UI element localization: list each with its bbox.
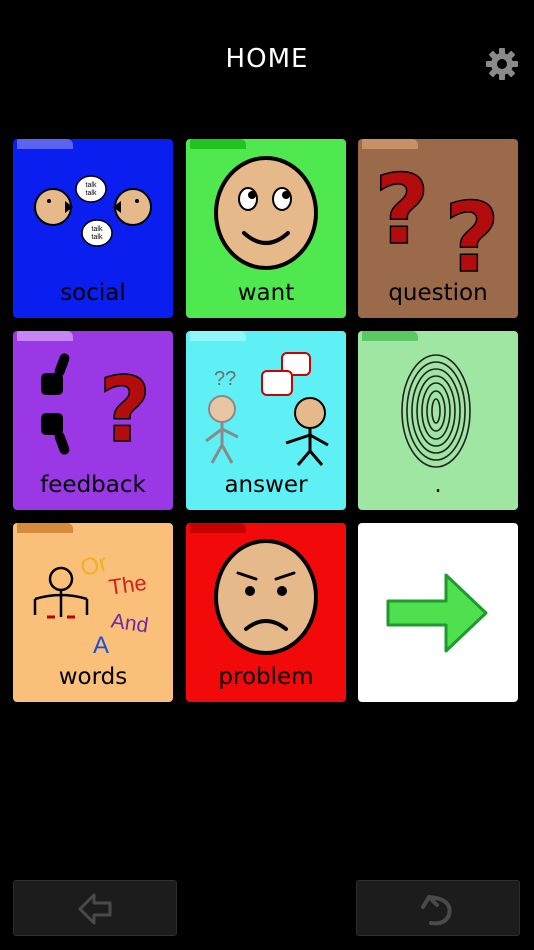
tile-problem[interactable]: problem: [186, 523, 346, 702]
back-button[interactable]: [13, 880, 177, 936]
tile-tab: [17, 331, 73, 341]
fingerprint-icon: [401, 354, 471, 468]
back-arrow-icon: [78, 893, 112, 925]
tile-tab: [362, 139, 418, 149]
word-or: Or: [78, 549, 111, 582]
smiling-face-icon: [214, 156, 318, 270]
tile-tab: [362, 331, 418, 341]
tile-tab: [17, 139, 73, 149]
tile-label: want: [237, 280, 295, 306]
tile-tab: [190, 139, 246, 149]
tile-label: problem: [218, 664, 314, 690]
undo-button[interactable]: [356, 880, 520, 936]
gear-icon[interactable]: [484, 46, 520, 82]
svg-text:talk: talk: [92, 226, 103, 233]
two-people-talking-icon: ??: [205, 352, 329, 466]
tile-tab: [190, 331, 246, 341]
tile-label: feedback: [40, 472, 146, 498]
svg-text:talk: talk: [86, 182, 97, 189]
tile-next[interactable]: [358, 523, 518, 702]
tile-label: question: [388, 280, 488, 306]
tile-tab: [17, 523, 73, 533]
tile-period[interactable]: .: [358, 331, 518, 510]
tile-answer[interactable]: ?? answer: [186, 331, 346, 510]
word-the: The: [107, 570, 148, 600]
tile-label: social: [60, 280, 126, 306]
question-marks-icon: ? ?: [373, 153, 500, 277]
tile-label: words: [58, 664, 128, 690]
svg-text:?: ?: [444, 182, 500, 277]
svg-text:?: ?: [99, 358, 151, 463]
worried-face-icon: [214, 539, 318, 655]
svg-text:talk: talk: [92, 234, 103, 241]
tile-social[interactable]: talk talk talk talk social: [13, 139, 173, 318]
words-icon: Or The And A: [33, 549, 150, 659]
undo-icon: [421, 895, 452, 926]
svg-text:talk: talk: [86, 190, 97, 197]
thumbs-up-down-icon: ?: [41, 353, 152, 464]
green-arrow-right-icon: [386, 573, 488, 653]
tile-label: answer: [224, 472, 308, 498]
tile-tab: [190, 523, 246, 533]
tile-want[interactable]: want: [186, 139, 346, 318]
svg-text:?: ?: [374, 154, 430, 266]
tile-feedback[interactable]: ? feedback: [13, 331, 173, 510]
tile-words[interactable]: Or The And A words: [13, 523, 173, 702]
talking-heads-icon: talk talk talk talk: [34, 175, 152, 247]
word-a: A: [93, 632, 109, 659]
tile-question[interactable]: ? ? question: [358, 139, 518, 318]
page-title: HOME: [225, 44, 309, 74]
tile-label: .: [434, 472, 442, 498]
word-and: And: [110, 609, 150, 637]
svg-text:??: ??: [214, 368, 236, 390]
